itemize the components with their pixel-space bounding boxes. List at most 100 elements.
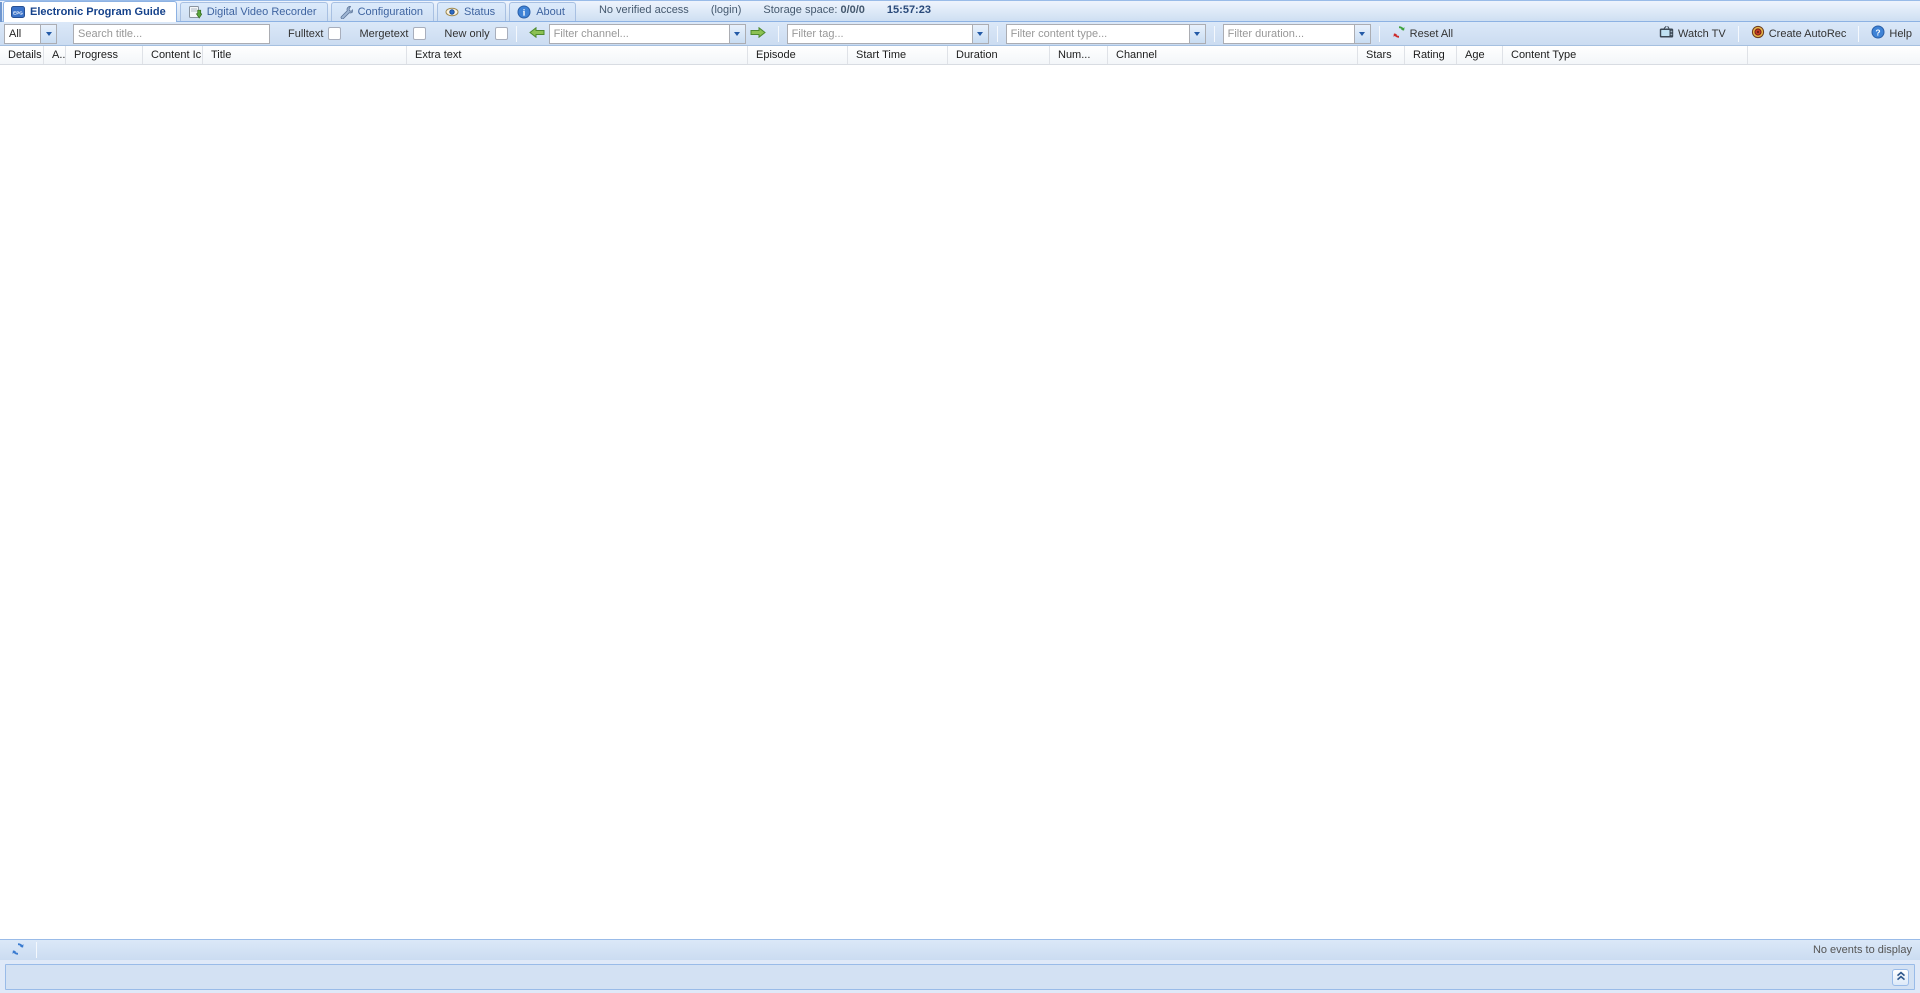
toolbar-separator: [1738, 26, 1739, 42]
new-only-checkbox[interactable]: [495, 27, 508, 40]
column-header-extra-text[interactable]: Extra text: [407, 46, 748, 64]
toolbar-separator: [516, 26, 517, 42]
arrow-right-icon: [750, 27, 766, 41]
search-title-input[interactable]: [73, 24, 270, 44]
tab-strip-edge: [0, 2, 2, 22]
next-channel-button[interactable]: [746, 24, 770, 44]
topbar-info: No verified access (login) Storage space…: [599, 1, 953, 21]
tab-label: Status: [464, 6, 495, 18]
column-header-content-icon[interactable]: Content Ic...: [143, 46, 203, 64]
expand-panel-button[interactable]: [1892, 969, 1909, 986]
genre-filter-value[interactable]: [4, 24, 40, 44]
channel-filter-input[interactable]: [549, 24, 729, 44]
tag-filter-input[interactable]: [787, 24, 972, 44]
toolbar-right-group: Watch TV Create AutoRec ? Help: [1655, 24, 1916, 44]
fulltext-checkbox[interactable]: [328, 27, 341, 40]
create-autorec-label: Create AutoRec: [1769, 28, 1847, 40]
column-header-duration[interactable]: Duration: [948, 46, 1050, 64]
tab-label: Configuration: [358, 6, 423, 18]
tab-digital-video-recorder[interactable]: Digital Video Recorder: [180, 2, 328, 21]
south-panel-collapsed-bar: [5, 964, 1915, 990]
toolbar-separator: [1858, 26, 1859, 42]
status-eye-icon: [445, 5, 459, 19]
chevron-down-icon[interactable]: [972, 24, 989, 44]
toolbar-separator: [1214, 26, 1215, 42]
epg-filter-toolbar: Fulltext Mergetext New only: [0, 22, 1920, 46]
column-header-title[interactable]: Title: [203, 46, 407, 64]
storage-value: 0/0/0: [840, 4, 864, 16]
access-status: No verified access: [599, 4, 689, 16]
column-header-rating[interactable]: Rating: [1405, 46, 1457, 64]
tab-label: About: [536, 6, 565, 18]
chevron-down-icon[interactable]: [1354, 24, 1371, 44]
reset-refresh-icon: [1392, 25, 1406, 42]
help-icon: ?: [1871, 25, 1885, 42]
help-label: Help: [1889, 28, 1912, 40]
column-header-age[interactable]: Age: [1457, 46, 1503, 64]
column-header-filler: [1748, 46, 1920, 64]
duration-filter-combo[interactable]: [1223, 24, 1371, 44]
tvheadend-app: EPG Electronic Program Guide Digital Vid…: [0, 0, 1920, 993]
tag-filter-combo[interactable]: [787, 24, 989, 44]
svg-text:EPG: EPG: [13, 10, 23, 15]
chevron-down-icon[interactable]: [1189, 24, 1206, 44]
column-header-autorec[interactable]: A...: [44, 46, 66, 64]
epg-grid-header: Details A... Progress Content Ic... Titl…: [0, 46, 1920, 65]
create-autorec-button[interactable]: Create AutoRec: [1747, 24, 1851, 44]
epg-grid-body[interactable]: [0, 65, 1920, 939]
epg-icon: EPG: [11, 5, 25, 19]
about-info-icon: i: [517, 5, 531, 19]
column-header-progress[interactable]: Progress: [66, 46, 143, 64]
duration-filter-input[interactable]: [1223, 24, 1354, 44]
toolbar-separator: [778, 26, 779, 42]
column-header-stars[interactable]: Stars: [1358, 46, 1405, 64]
column-header-details[interactable]: Details: [0, 46, 44, 64]
tab-electronic-program-guide[interactable]: EPG Electronic Program Guide: [3, 1, 177, 22]
mergetext-checkbox[interactable]: [413, 27, 426, 40]
tab-configuration[interactable]: Configuration: [331, 2, 434, 21]
column-header-channel[interactable]: Channel: [1108, 46, 1358, 64]
prev-channel-button[interactable]: [525, 24, 549, 44]
toolbar-separator: [36, 942, 37, 958]
tv-icon: [1659, 25, 1674, 42]
column-header-number[interactable]: Num...: [1050, 46, 1108, 64]
grid-status-text: No events to display: [1813, 944, 1912, 956]
chevron-down-icon[interactable]: [729, 24, 746, 44]
help-button[interactable]: ? Help: [1867, 24, 1916, 44]
tab-label: Electronic Program Guide: [30, 6, 166, 18]
arrow-left-icon: [529, 27, 545, 41]
toolbar-separator: [1379, 26, 1380, 42]
paging-toolbar: No events to display: [0, 939, 1920, 960]
autorec-icon: [1751, 25, 1765, 42]
storage-label: Storage space:: [763, 4, 837, 16]
dvr-icon: [188, 5, 202, 19]
toolbar-separator: [997, 26, 998, 42]
content-type-filter-combo[interactable]: [1006, 24, 1206, 44]
tab-status[interactable]: Status: [437, 2, 506, 21]
watch-tv-label: Watch TV: [1678, 28, 1726, 40]
clock: 15:57:23: [887, 4, 931, 16]
login-link[interactable]: (login): [711, 4, 742, 16]
genre-filter-select[interactable]: [4, 24, 57, 44]
column-header-episode[interactable]: Episode: [748, 46, 848, 64]
watch-tv-button[interactable]: Watch TV: [1655, 24, 1730, 44]
reset-all-button[interactable]: Reset All: [1388, 24, 1457, 44]
storage-space: Storage space: 0/0/0: [763, 4, 865, 16]
reset-all-label: Reset All: [1410, 28, 1453, 40]
tab-label: Digital Video Recorder: [207, 6, 317, 18]
refresh-icon: [11, 942, 25, 959]
chevron-down-icon[interactable]: [40, 24, 57, 44]
channel-filter-combo[interactable]: [549, 24, 746, 44]
double-chevron-up-icon: [1896, 971, 1906, 984]
column-header-start-time[interactable]: Start Time: [848, 46, 948, 64]
new-only-label: New only: [444, 28, 489, 40]
tab-strip: EPG Electronic Program Guide Digital Vid…: [0, 0, 1920, 22]
refresh-button[interactable]: [8, 941, 28, 959]
fulltext-label: Fulltext: [288, 28, 323, 40]
svg-text:?: ?: [1876, 27, 1881, 37]
config-icon: [339, 5, 353, 19]
mergetext-label: Mergetext: [359, 28, 408, 40]
column-header-content-type[interactable]: Content Type: [1503, 46, 1748, 64]
tab-about[interactable]: i About: [509, 2, 576, 21]
content-type-filter-input[interactable]: [1006, 24, 1189, 44]
